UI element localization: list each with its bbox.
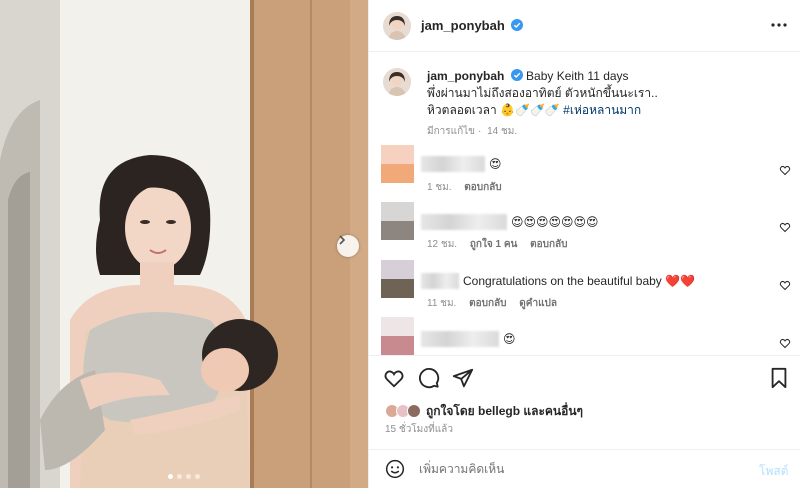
comment-icon[interactable]	[418, 367, 440, 389]
comment-4-body: 😍	[421, 331, 516, 347]
post-caption: jam_ponybah Baby Keith 11 days พึ่งผ่านม…	[427, 68, 787, 119]
caption-line-3: หิวตลอดเวลา 👶🍼🍼🍼	[427, 103, 560, 117]
post-action-bar	[369, 355, 800, 397]
caption-line-2: พึ่งผ่านมาไม่ถึงสองอาทิตย์ ตัวหนักขึ้นนะ…	[427, 86, 658, 100]
comment-2-likes-count[interactable]: ถูกใจ 1 คน	[470, 239, 518, 250]
caption-age: 14 ชม.	[487, 126, 518, 137]
carousel-dot-3[interactable]	[186, 474, 191, 479]
verified-badge-icon	[511, 19, 524, 31]
comment-2-body: 😍😍😍😍😍😍😍	[421, 214, 599, 230]
comment-2-text: 😍😍😍😍😍😍😍	[511, 215, 599, 229]
bookmark-icon[interactable]	[768, 367, 790, 389]
comment-input[interactable]	[419, 459, 739, 479]
caption-meta: มีการแก้ไข · 14 ชม.	[427, 126, 518, 137]
post-photo	[0, 0, 368, 488]
post-comment-button[interactable]: โพสต์	[759, 462, 788, 481]
comment-3-text: Congratulations on the beautiful baby	[463, 274, 662, 288]
comment-1-heart-icon[interactable]	[779, 164, 791, 176]
likes-text[interactable]: ถูกใจโดย bellegb และคนอื่นๆ	[426, 402, 583, 421]
verified-badge-icon	[510, 69, 523, 81]
comment-4-username-blurred[interactable]	[421, 331, 499, 347]
caption-hashtag-link[interactable]: #เห่อหลานมาก	[563, 103, 641, 117]
comment-2-username-blurred[interactable]	[421, 214, 507, 230]
comment-1-text: 😍	[489, 157, 502, 171]
blurred-avatar-image	[381, 145, 414, 183]
author-username-text[interactable]: jam_ponybah	[421, 18, 505, 33]
comment-1-meta: 1 ชม. ตอบกลับ	[427, 180, 512, 195]
comment-3-reply-button[interactable]: ตอบกลับ	[469, 298, 506, 309]
comment-3-username-blurred[interactable]	[421, 273, 459, 289]
caption-username[interactable]: jam_ponybah	[427, 69, 504, 83]
comment-4-heart-icon[interactable]	[779, 337, 791, 349]
avatar-image	[383, 68, 411, 96]
author-avatar[interactable]	[383, 12, 411, 40]
author-username[interactable]: jam_ponybah	[421, 18, 524, 33]
comment-1-username-blurred[interactable]	[421, 156, 485, 172]
comment-3-heart-icon[interactable]	[779, 279, 791, 291]
comment-3-translate-button[interactable]: ดูคำแปล	[519, 298, 557, 309]
comment-3-body: Congratulations on the beautiful baby ❤️…	[421, 273, 695, 289]
comment-composer: โพสต์	[369, 449, 800, 488]
comment-1-time: 1 ชม.	[427, 182, 452, 193]
blurred-avatar-image	[381, 202, 414, 240]
share-icon[interactable]	[452, 367, 474, 389]
comment-1-avatar[interactable]	[381, 145, 414, 183]
carousel-next-button[interactable]	[337, 235, 359, 257]
photo-illustration	[0, 0, 368, 488]
likes-summary[interactable]: ถูกใจโดย bellegb และคนอื่นๆ	[385, 401, 583, 421]
carousel-dot-1[interactable]	[168, 474, 173, 479]
comment-1-body: 😍	[421, 156, 502, 172]
comment-3-avatar[interactable]	[381, 260, 414, 298]
emoji-icon[interactable]	[385, 459, 405, 479]
post-timestamp[interactable]: 15 ชั่วโมงที่แล้ว	[385, 422, 453, 437]
blurred-avatar-image	[381, 317, 414, 355]
avatar-image	[383, 12, 411, 40]
carousel-dot-2[interactable]	[177, 474, 182, 479]
liker-avatar-3	[407, 404, 421, 418]
comment-3-time: 11 ชม.	[427, 298, 457, 309]
post-header: jam_ponybah	[369, 0, 800, 52]
comment-4-avatar[interactable]	[381, 317, 414, 355]
blurred-avatar-image	[381, 260, 414, 298]
carousel-indicator	[168, 474, 200, 479]
comment-2-avatar[interactable]	[381, 202, 414, 240]
comment-2-reply-button[interactable]: ตอบกลับ	[530, 239, 567, 250]
comment-2-time: 12 ชม.	[427, 239, 458, 250]
carousel-dot-4[interactable]	[195, 474, 200, 479]
comment-2-heart-icon[interactable]	[779, 221, 791, 233]
comment-4-text: 😍	[503, 332, 516, 346]
chevron-right-icon	[339, 235, 346, 245]
caption-edited-label: มีการแก้ไข	[427, 126, 475, 137]
caption-author-avatar[interactable]	[383, 68, 411, 96]
more-options-icon[interactable]	[770, 16, 788, 34]
caption-line-1: Baby Keith 11 days	[526, 69, 629, 83]
comment-2-meta: 12 ชม. ถูกใจ 1 คน ตอบกลับ	[427, 237, 578, 252]
heart-icon[interactable]	[383, 367, 405, 389]
comment-1-reply-button[interactable]: ตอบกลับ	[464, 182, 501, 193]
comment-3-emojis: ❤️❤️	[665, 274, 696, 288]
comments-scroll-area[interactable]: jam_ponybah Baby Keith 11 days พึ่งผ่านม…	[369, 53, 800, 355]
post-details-panel: jam_ponybah jam_ponybah Baby Keith 11 da…	[368, 0, 800, 488]
comment-3-meta: 11 ชม. ตอบกลับ ดูคำแปล	[427, 296, 567, 311]
